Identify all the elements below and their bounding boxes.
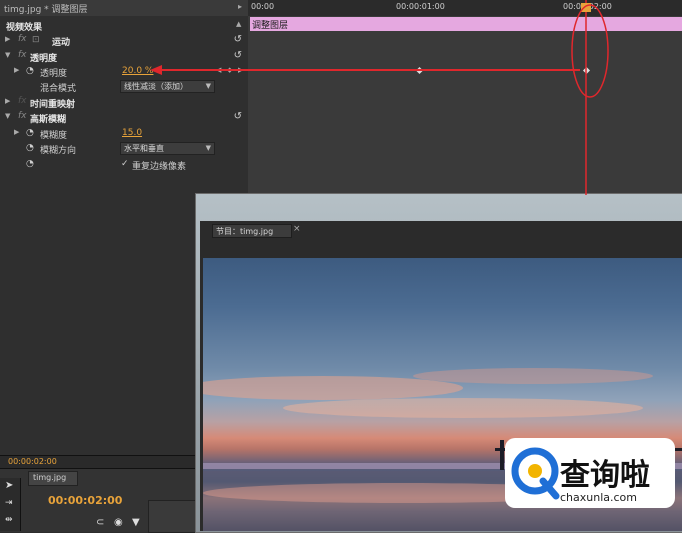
property-row-blend-mode: 混合模式 线性减淡（添加） ▼: [0, 79, 248, 94]
watermark-title: 查询啦: [560, 458, 650, 493]
expand-triangle-icon[interactable]: ▶: [14, 66, 19, 74]
add-marker-icon[interactable]: ▼: [132, 517, 140, 528]
watermark-subtitle: chaxunla.com: [560, 491, 637, 504]
chevron-down-icon: ▼: [205, 144, 211, 152]
selection-tool-icon[interactable]: ➤: [5, 480, 13, 491]
chevron-down-icon: ▼: [205, 82, 211, 90]
ruler-tick-label: 00:00:01:00: [396, 2, 445, 11]
repeat-edge-label: 重复边缘像素: [132, 162, 187, 172]
effect-timeline-ruler[interactable]: 00:00 00:00:01:00 00:00:02:00: [248, 0, 682, 17]
add-keyframe-icon[interactable]: ◆: [227, 66, 232, 74]
timeline-tab[interactable]: timg.jpg: [28, 471, 78, 486]
prev-keyframe-icon[interactable]: ◀: [216, 66, 221, 74]
current-time-readout[interactable]: 00:00:02:00: [8, 457, 57, 466]
reset-icon[interactable]: ↺: [234, 111, 242, 122]
timeline-timecode[interactable]: 00:00:02:00: [48, 494, 122, 507]
clip-label: 调整图层: [252, 21, 289, 31]
blend-mode-dropdown[interactable]: 线性减淡（添加） ▼: [120, 80, 215, 93]
property-row-blurriness[interactable]: ▶ ◔ 模糊度 15.0: [0, 126, 248, 141]
play-arrow-icon[interactable]: ▸: [238, 2, 242, 11]
property-row-opacity[interactable]: ▶ ◔ 透明度 20.0 % ◀ ◆ ▶: [0, 64, 248, 79]
stopwatch-icon[interactable]: ◔: [26, 66, 34, 76]
stopwatch-icon[interactable]: ◔: [26, 159, 34, 169]
expand-triangle-icon[interactable]: ▶: [5, 97, 10, 105]
expand-triangle-icon[interactable]: ▶: [14, 128, 19, 136]
reset-icon[interactable]: ↺: [234, 50, 242, 61]
property-row-repeat-edge[interactable]: ◔ ✓ 重复边缘像素: [0, 157, 248, 172]
ripple-edit-tool-icon[interactable]: ⇹: [5, 515, 13, 525]
collapse-up-icon[interactable]: ▲: [236, 20, 241, 28]
blend-mode-label: 混合模式: [40, 84, 77, 94]
snap-icon[interactable]: ⊂: [96, 517, 104, 528]
repeat-edge-checkbox[interactable]: ✓: [121, 159, 129, 169]
video-effects-heading: 视频效果 ▲: [6, 20, 242, 33]
blur-direction-dropdown[interactable]: 水平和垂直 ▼: [120, 142, 215, 155]
fx-icon[interactable]: fx: [18, 50, 27, 60]
transform-icon: ⊡: [32, 35, 40, 45]
opacity-value[interactable]: 20.0 %: [122, 66, 153, 76]
property-label-opacity: 透明度: [40, 69, 68, 79]
collapse-triangle-icon[interactable]: ▼: [5, 51, 10, 59]
expand-triangle-icon[interactable]: ▶: [5, 35, 10, 43]
effect-controls-header: timg.jpg * 调整图层 ▸: [0, 0, 248, 17]
search-logo-icon: [511, 447, 560, 500]
fx-icon[interactable]: fx: [18, 111, 27, 121]
adjustment-layer-clip[interactable]: 调整图层: [250, 17, 682, 31]
fx-icon[interactable]: fx: [18, 34, 27, 44]
timeline-track-area[interactable]: [148, 500, 200, 533]
effect-label-motion: 运动: [52, 38, 71, 48]
program-monitor-tab[interactable]: 节目：timg.jpg: [212, 224, 292, 238]
effect-label-opacity: 透明度: [30, 54, 58, 64]
ruler-tick-label: 00:00: [251, 2, 275, 11]
effect-row-opacity[interactable]: ▼ fx 透明度 ↺: [0, 49, 248, 64]
sequence-title: timg.jpg * 调整图层: [4, 5, 88, 15]
blur-direction-label: 模糊方向: [40, 146, 77, 156]
effect-row-time-remap[interactable]: ▶ fx 时间重映射: [0, 95, 248, 110]
stopwatch-icon[interactable]: ◔: [26, 128, 34, 138]
effect-label-time-remap: 时间重映射: [30, 100, 76, 110]
effect-label-gaussian-blur: 高斯模糊: [30, 115, 67, 125]
collapse-triangle-icon[interactable]: ▼: [5, 112, 10, 120]
tools-panel: ➤ ⇥ ⇹: [0, 478, 21, 531]
reset-icon[interactable]: ↺: [234, 34, 242, 45]
blurriness-label: 模糊度: [40, 131, 68, 141]
stopwatch-icon[interactable]: ◔: [26, 143, 34, 153]
effect-row-motion[interactable]: ▶ fx ⊡ 运动 ↺: [0, 33, 248, 48]
fx-icon[interactable]: fx: [18, 96, 27, 106]
property-row-blur-direction[interactable]: ◔ 模糊方向 水平和垂直 ▼: [0, 141, 248, 156]
effect-row-gaussian-blur[interactable]: ▼ fx 高斯模糊 ↺: [0, 110, 248, 125]
close-icon[interactable]: ×: [293, 224, 301, 234]
track-select-tool-icon[interactable]: ⇥: [5, 498, 13, 508]
next-keyframe-icon[interactable]: ▶: [238, 66, 243, 74]
ruler-tick-label: 00:00:02:00: [563, 2, 612, 11]
marker-icon[interactable]: ◉: [114, 517, 123, 528]
blurriness-value[interactable]: 15.0: [122, 128, 142, 138]
